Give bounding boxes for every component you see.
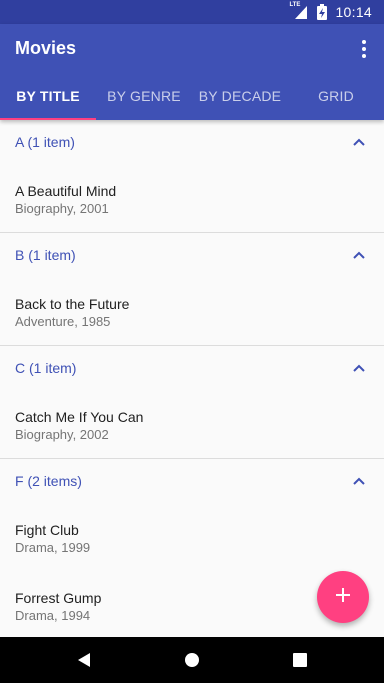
- chevron-up-icon[interactable]: [349, 358, 369, 378]
- tab-by-genre[interactable]: BY GENRE: [96, 72, 192, 120]
- list-item[interactable]: A Beautiful Mind Biography, 2001: [0, 164, 384, 232]
- movie-subtitle: Biography, 2001: [15, 201, 109, 216]
- list-item[interactable]: Catch Me If You Can Biography, 2002: [0, 390, 384, 458]
- navigation-bar: [0, 637, 384, 683]
- section-header-label: A (1 item): [15, 134, 75, 150]
- list-item[interactable]: Back to the Future Adventure, 1985: [0, 277, 384, 345]
- recents-icon[interactable]: [290, 650, 310, 670]
- section-header-f[interactable]: F (2 items): [0, 459, 384, 503]
- chevron-up-icon[interactable]: [349, 471, 369, 491]
- movie-title: A Beautiful Mind: [15, 183, 117, 199]
- section-header-label: C (1 item): [15, 360, 77, 376]
- back-icon[interactable]: [74, 650, 94, 670]
- lte-signal-icon: LTE: [289, 2, 309, 19]
- movie-title: Forrest Gump: [15, 590, 102, 606]
- movie-title: Catch Me If You Can: [15, 409, 144, 425]
- movie-title: Fight Club: [15, 522, 79, 538]
- tab-grid[interactable]: GRID: [288, 72, 384, 120]
- movie-subtitle: Biography, 2002: [15, 427, 109, 442]
- add-icon: [335, 587, 351, 608]
- app-bar: Movies BY TITLE BY GENRE BY DECADE GRID: [0, 24, 384, 120]
- app-title: Movies: [15, 38, 77, 58]
- chevron-up-icon[interactable]: [349, 245, 369, 265]
- movie-subtitle: Adventure, 1985: [15, 314, 111, 329]
- chevron-up-icon[interactable]: [349, 132, 369, 152]
- status-clock: 10:14: [335, 4, 372, 20]
- list-item[interactable]: Fight Club Drama, 1999: [0, 503, 384, 571]
- tab-by-title[interactable]: BY TITLE: [0, 72, 96, 120]
- overflow-menu-icon[interactable]: [356, 38, 372, 60]
- section-header-c[interactable]: C (1 item): [0, 346, 384, 390]
- section-header-a[interactable]: A (1 item): [0, 120, 384, 164]
- section-header-b[interactable]: B (1 item): [0, 233, 384, 277]
- movie-subtitle: Drama, 1994: [15, 608, 91, 623]
- status-bar: LTE 10:14: [0, 0, 384, 24]
- section-header-label: B (1 item): [15, 247, 76, 263]
- add-movie-button[interactable]: [317, 571, 369, 623]
- section-header-label: F (2 items): [15, 473, 82, 489]
- movie-list[interactable]: A (1 item) A Beautiful Mind Biography, 2…: [0, 120, 384, 637]
- tab-by-decade[interactable]: BY DECADE: [192, 72, 288, 120]
- battery-charging-icon: [317, 4, 328, 20]
- movie-title: Back to the Future: [15, 296, 130, 312]
- network-type-label: LTE: [289, 2, 301, 8]
- tab-bar: BY TITLE BY GENRE BY DECADE GRID: [0, 72, 384, 120]
- home-icon[interactable]: [182, 650, 202, 670]
- movie-subtitle: Drama, 1999: [15, 540, 91, 555]
